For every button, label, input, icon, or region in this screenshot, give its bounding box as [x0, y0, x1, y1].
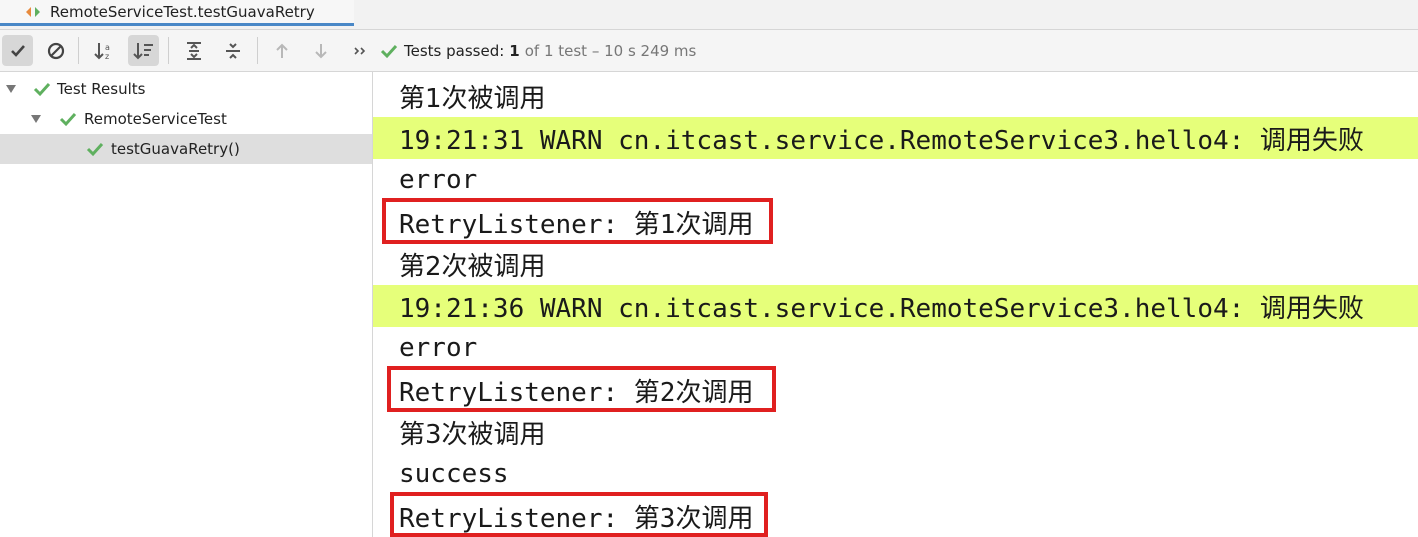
tree-item-test-guava-retry[interactable]: testGuavaRetry(): [0, 134, 372, 164]
svg-text:a: a: [105, 43, 110, 52]
test-runner-toolbar: a z: [0, 30, 1418, 72]
test-run-config-icon: [26, 7, 40, 17]
collapse-all-button[interactable]: [217, 35, 248, 66]
tree-item-remote-service-test[interactable]: RemoteServiceTest: [0, 104, 372, 134]
more-actions-button[interactable]: [344, 35, 375, 66]
previous-failed-icon: [275, 43, 288, 58]
console-line-warn: 19:21:31 WARN cn.itcast.service.RemoteSe…: [373, 117, 1418, 159]
tree-item-label: testGuavaRetry(): [111, 140, 240, 158]
collapse-all-icon: [225, 42, 240, 59]
tree-item-test-results[interactable]: Test Results: [0, 74, 372, 104]
console-line: 第2次被调用: [399, 251, 546, 282]
show-passed-button[interactable]: [2, 35, 33, 66]
passed-check-icon: [86, 142, 104, 157]
show-ignored-button[interactable]: [40, 35, 71, 66]
tab-title: RemoteServiceTest.testGuavaRetry: [50, 2, 315, 21]
next-failed-icon: [314, 43, 327, 58]
highlight-box: [382, 198, 773, 244]
expand-all-button[interactable]: [178, 35, 209, 66]
more-chevron-icon: [353, 46, 365, 55]
status-detail: of 1 test – 10 s 249 ms: [524, 41, 697, 60]
next-failed-button[interactable]: [305, 35, 336, 66]
svg-text:z: z: [105, 52, 109, 61]
tree-item-label: Test Results: [57, 80, 146, 98]
sort-by-duration-button[interactable]: [128, 35, 159, 66]
status-label: Tests passed:: [404, 41, 505, 60]
console-output[interactable]: 第1次被调用 19:21:31 WARN cn.itcast.service.R…: [373, 72, 1418, 537]
console-line: success: [399, 459, 509, 489]
tab-remote-service-test[interactable]: RemoteServiceTest.testGuavaRetry: [0, 0, 354, 26]
expand-triangle-icon[interactable]: [31, 114, 41, 124]
sort-by-duration-icon: [132, 42, 153, 59]
expand-all-icon: [186, 41, 201, 60]
previous-failed-button[interactable]: [266, 35, 297, 66]
toolbar-separator: [78, 37, 79, 64]
sort-alphabetically-button[interactable]: a z: [89, 35, 120, 66]
highlight-box: [390, 492, 768, 537]
sort-alphabetically-icon: a z: [93, 42, 110, 61]
test-results-tree: Test Results RemoteServiceTest testGuava…: [0, 72, 373, 537]
console-line: 第3次被调用: [399, 419, 546, 450]
passed-check-icon: [59, 112, 77, 127]
highlight-box: [387, 366, 776, 412]
console-line: error: [399, 333, 478, 363]
console-line: error: [399, 165, 478, 195]
status-passed-count: 1: [509, 41, 520, 60]
expand-triangle-icon[interactable]: [6, 84, 16, 94]
test-status: Tests passed: 1 of 1 test – 10 s 249 ms: [380, 30, 696, 71]
passed-check-icon: [380, 44, 398, 58]
show-ignored-icon: [47, 42, 64, 59]
toolbar-separator: [257, 37, 258, 64]
show-passed-icon: [10, 44, 25, 57]
editor-tab-bar: RemoteServiceTest.testGuavaRetry: [0, 0, 1418, 30]
console-line: 第1次被调用: [399, 83, 546, 114]
console-line-warn: 19:21:36 WARN cn.itcast.service.RemoteSe…: [373, 285, 1418, 327]
passed-check-icon: [33, 82, 51, 97]
toolbar-separator: [168, 37, 169, 64]
tree-item-label: RemoteServiceTest: [84, 110, 227, 128]
